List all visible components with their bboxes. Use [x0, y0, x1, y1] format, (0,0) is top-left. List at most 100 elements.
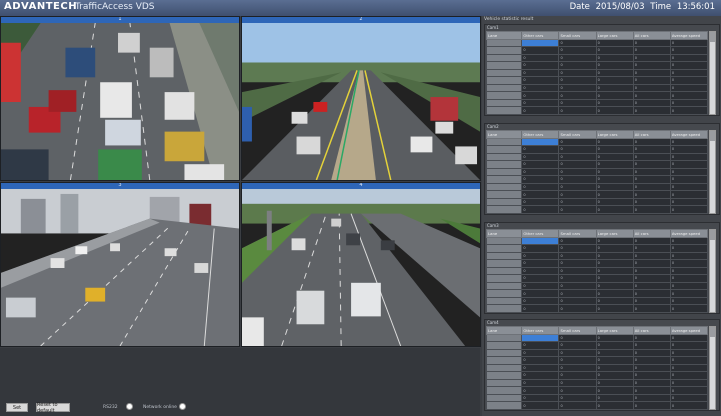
network-online-radio[interactable]	[179, 403, 186, 410]
column-header[interactable]: Large cars	[595, 130, 634, 139]
column-header[interactable]: Lane	[485, 31, 523, 40]
table-row[interactable]: 00000	[485, 98, 709, 108]
table-row[interactable]: 00000	[485, 205, 709, 214]
block-label: Cam3	[487, 223, 499, 228]
table-row[interactable]: 00000	[485, 182, 709, 192]
camera-view-1[interactable]: 1	[0, 16, 240, 181]
scrollbar-thumb[interactable]	[710, 32, 715, 42]
table-row[interactable]: 00000	[485, 289, 709, 298]
stat-cell: 0	[632, 46, 671, 55]
stats-grid: Lane Other cars Small cars Large cars All ca…	[485, 31, 709, 115]
table-row[interactable]: 00000	[485, 68, 709, 78]
stat-cell: 0	[632, 91, 671, 100]
table-row[interactable]: 00000	[485, 175, 709, 184]
column-header[interactable]: Other cars	[521, 130, 560, 139]
table-row[interactable]: 00000	[485, 76, 709, 85]
table-row[interactable]: 00000	[485, 296, 709, 306]
column-header[interactable]: Other cars	[521, 31, 560, 40]
table-row[interactable]: 00000	[485, 106, 709, 115]
table-row[interactable]: 00000	[485, 53, 709, 63]
table-row[interactable]: 00000	[485, 266, 709, 276]
lane-cell	[485, 160, 523, 169]
column-header[interactable]: Lane	[485, 229, 523, 238]
table-row[interactable]: 00000	[485, 341, 709, 350]
column-header[interactable]: All cars	[632, 31, 671, 40]
camera-view-4[interactable]: 4	[241, 182, 481, 347]
scrollbar[interactable]	[709, 130, 716, 214]
stat-cell: 0	[632, 251, 671, 261]
column-header[interactable]: Large cars	[595, 326, 634, 335]
column-header[interactable]: Average speed	[669, 130, 709, 139]
table-row[interactable]: 00000	[485, 46, 709, 55]
table-header-row: Lane Other cars Small cars Large cars All ca…	[485, 229, 709, 238]
reset-default-button[interactable]: Reset to default	[36, 402, 70, 414]
table-row[interactable]: 0000	[485, 333, 709, 343]
column-header[interactable]: All cars	[632, 229, 671, 238]
table-row[interactable]: 00000	[485, 167, 709, 177]
table-row[interactable]: 00000	[485, 244, 709, 253]
table-row[interactable]: 00000	[485, 145, 709, 154]
table-row[interactable]: 00000	[485, 401, 709, 410]
column-header[interactable]: Small cars	[558, 31, 597, 40]
table-row[interactable]: 00000	[485, 386, 709, 395]
scrollbar-thumb[interactable]	[710, 131, 715, 141]
table-row[interactable]: 00000	[485, 274, 709, 283]
scrollbar-thumb[interactable]	[710, 327, 715, 337]
column-header[interactable]: Average speed	[669, 326, 709, 335]
table-row[interactable]: 00000	[485, 393, 709, 403]
column-header[interactable]: Large cars	[595, 31, 634, 40]
stat-cell: 0	[669, 190, 709, 199]
scrollbar-thumb[interactable]	[710, 230, 715, 240]
column-header[interactable]: Small cars	[558, 229, 597, 238]
camera-view-3[interactable]: 3	[0, 182, 240, 347]
table-row[interactable]: 0000	[485, 137, 709, 147]
table-row[interactable]: 00000	[485, 348, 709, 358]
stat-cell: 0	[632, 378, 671, 388]
stat-cell: 0	[669, 76, 709, 85]
table-row[interactable]: 00000	[485, 251, 709, 261]
column-header[interactable]: Average speed	[669, 31, 709, 40]
table-row[interactable]: 0000	[485, 38, 709, 48]
column-header[interactable]: Small cars	[558, 130, 597, 139]
stat-cell: 0	[521, 289, 560, 298]
table-row[interactable]: 00000	[485, 259, 709, 268]
table-row[interactable]: 0000	[485, 236, 709, 246]
column-header[interactable]: All cars	[632, 130, 671, 139]
column-header[interactable]: Lane	[485, 130, 523, 139]
camera-label-3: 3	[118, 182, 122, 188]
column-header[interactable]: Other cars	[521, 326, 560, 335]
table-row[interactable]: 00000	[485, 190, 709, 199]
set-button[interactable]: Set	[6, 403, 28, 412]
camera-view-2[interactable]: 2	[241, 16, 481, 181]
column-header[interactable]: Small cars	[558, 326, 597, 335]
column-header[interactable]: Lane	[485, 326, 523, 335]
scrollbar[interactable]	[709, 326, 716, 410]
table-row[interactable]: 00000	[485, 160, 709, 169]
table-row[interactable]: 00000	[485, 83, 709, 93]
stat-cell: 0	[632, 83, 671, 93]
column-header[interactable]: Large cars	[595, 229, 634, 238]
table-row[interactable]: 00000	[485, 281, 709, 291]
stat-cell: 0	[558, 160, 597, 169]
table-row[interactable]: 00000	[485, 197, 709, 207]
table-row[interactable]: 00000	[485, 91, 709, 100]
table-row[interactable]: 00000	[485, 363, 709, 373]
scrollbar[interactable]	[709, 229, 716, 313]
column-header[interactable]: Other cars	[521, 229, 560, 238]
table-row[interactable]: 00000	[485, 61, 709, 70]
stat-cell: 0	[595, 106, 634, 115]
table-row[interactable]: 00000	[485, 378, 709, 388]
column-header[interactable]: Average speed	[669, 229, 709, 238]
table-row[interactable]: 00000	[485, 152, 709, 162]
lane-cell	[485, 61, 523, 70]
stat-cell: 0	[521, 386, 560, 395]
table-row[interactable]: 00000	[485, 304, 709, 313]
table-row[interactable]: 00000	[485, 371, 709, 380]
scrollbar[interactable]	[709, 31, 716, 115]
table-row[interactable]: 00000	[485, 356, 709, 365]
column-header[interactable]: All cars	[632, 326, 671, 335]
rs232-radio[interactable]	[126, 403, 133, 410]
stat-cell: 0	[595, 98, 634, 108]
stat-cell: 0	[595, 296, 634, 306]
stat-cell: 0	[521, 281, 560, 291]
